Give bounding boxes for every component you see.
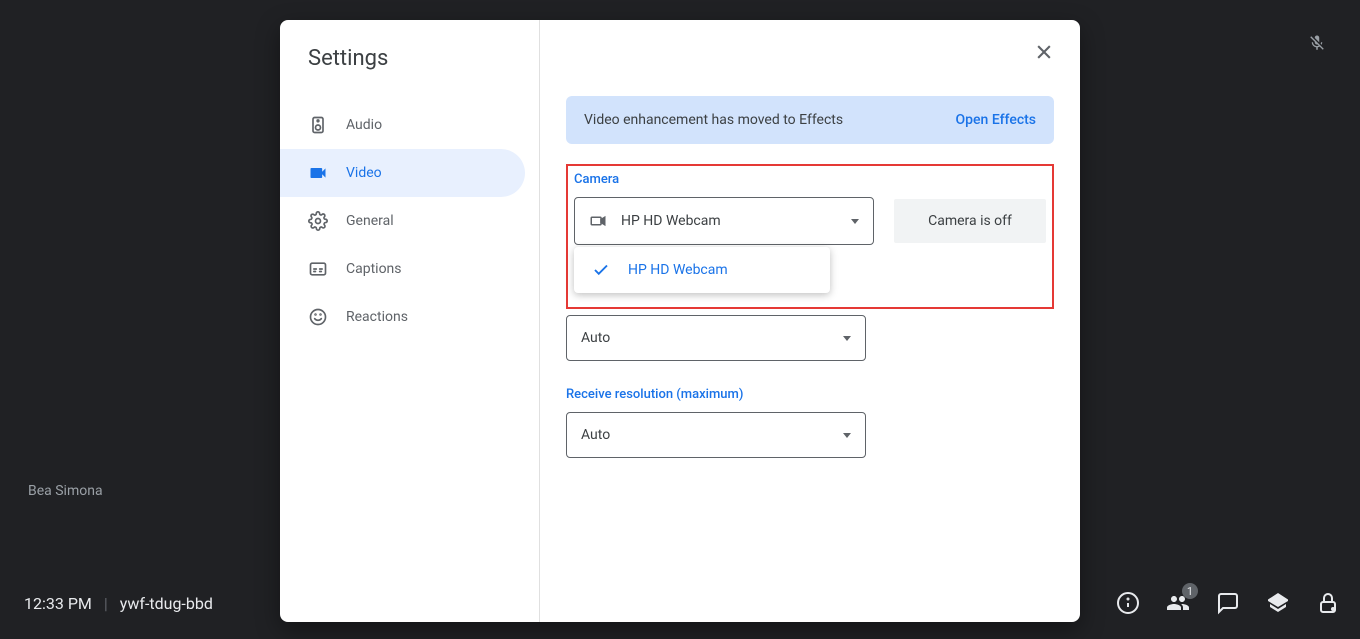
sidebar-label: Video [346, 165, 382, 181]
chat-icon[interactable] [1216, 591, 1240, 615]
activities-icon[interactable] [1266, 591, 1290, 615]
chevron-down-icon [851, 219, 859, 224]
send-resolution-selected-value: Auto [581, 330, 610, 346]
sidebar-label: General [346, 213, 394, 229]
close-button[interactable] [1034, 42, 1054, 67]
settings-sidebar: Settings Audio Video General Captions Re… [280, 20, 540, 622]
settings-content: Video enhancement has moved to Effects O… [540, 20, 1080, 622]
meeting-code-label: ywf-tdug-bbd [120, 594, 213, 613]
camera-label: Camera [574, 172, 1046, 187]
user-name-label: Bea Simona [28, 483, 103, 499]
camera-status: Camera is off [894, 199, 1046, 243]
chevron-down-icon [843, 433, 851, 438]
speaker-icon [308, 115, 328, 135]
mic-off-icon[interactable] [1308, 34, 1326, 57]
receive-resolution-label: Receive resolution (maximum) [566, 387, 1054, 402]
receive-resolution-selected-value: Auto [581, 427, 610, 443]
settings-title: Settings [308, 46, 539, 71]
captions-icon [308, 259, 328, 279]
divider: | [104, 594, 108, 613]
people-count-badge: 1 [1182, 583, 1198, 599]
info-icon[interactable] [1116, 591, 1140, 615]
receive-resolution-dropdown[interactable]: Auto [566, 412, 866, 458]
open-effects-link[interactable]: Open Effects [956, 112, 1036, 128]
banner-text: Video enhancement has moved to Effects [584, 112, 843, 128]
settings-modal: Settings Audio Video General Captions Re… [280, 20, 1080, 622]
reactions-icon [308, 307, 328, 327]
check-icon [592, 261, 610, 279]
gear-icon [308, 211, 328, 231]
camera-dropdown-menu: HP HD Webcam [574, 247, 830, 293]
camera-dropdown[interactable]: HP HD Webcam [574, 197, 874, 245]
effects-banner: Video enhancement has moved to Effects O… [566, 96, 1054, 144]
sidebar-item-video[interactable]: Video [280, 149, 525, 197]
sidebar-label: Captions [346, 261, 402, 277]
send-resolution-dropdown[interactable]: Auto [566, 315, 866, 361]
sidebar-item-audio[interactable]: Audio [280, 101, 525, 149]
sidebar-item-captions[interactable]: Captions [280, 245, 525, 293]
sidebar-label: Reactions [346, 309, 408, 325]
camera-option-label: HP HD Webcam [628, 262, 728, 278]
video-icon [308, 163, 328, 183]
sidebar-item-reactions[interactable]: Reactions [280, 293, 525, 341]
highlight-annotation: Camera HP HD Webcam Camera is off HP HD … [566, 164, 1054, 309]
time-label: 12:33 PM [24, 594, 92, 613]
lock-icon[interactable] [1316, 591, 1340, 615]
video-icon [589, 212, 607, 230]
people-icon[interactable]: 1 [1166, 591, 1190, 615]
sidebar-item-general[interactable]: General [280, 197, 525, 245]
sidebar-label: Audio [346, 117, 382, 133]
camera-option[interactable]: HP HD Webcam [574, 247, 830, 293]
camera-selected-value: HP HD Webcam [621, 213, 721, 229]
chevron-down-icon [843, 336, 851, 341]
